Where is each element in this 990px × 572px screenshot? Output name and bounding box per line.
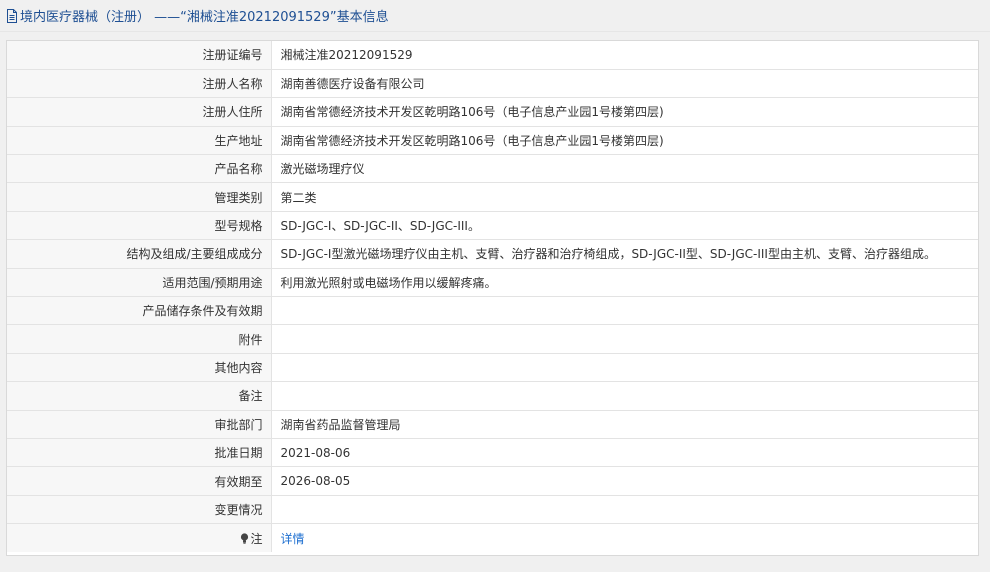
row-value: 2026-08-05 bbox=[271, 466, 978, 496]
page-title-bar: 境内医疗器械（注册） ——“湘械注准20212091529”基本信息 bbox=[0, 0, 990, 32]
row-label: 结构及组成/主要组成成分 bbox=[7, 239, 272, 269]
row-value bbox=[271, 381, 978, 411]
row-value: 利用激光照射或电磁场作用以缓解疼痛。 bbox=[271, 268, 978, 298]
row-label: 备注 bbox=[7, 381, 272, 411]
row-label: 注册证编号 bbox=[7, 41, 272, 70]
table-row: 注册人住所 湖南省常德经济技术开发区乾明路106号（电子信息产业园1号楼第四层) bbox=[7, 97, 978, 127]
note-label: 注 bbox=[250, 531, 263, 546]
document-icon bbox=[7, 8, 17, 23]
row-value: SD-JGC-I型激光磁场理疗仪由主机、支臂、治疗器和治疗椅组成，SD-JGC-… bbox=[271, 239, 978, 269]
details-link[interactable]: 详情 bbox=[281, 532, 305, 546]
table-row: 有效期至 2026-08-05 bbox=[7, 466, 978, 496]
row-label: 注册人名称 bbox=[7, 69, 272, 99]
row-label: 变更情况 bbox=[7, 495, 272, 525]
table-row: 批准日期 2021-08-06 bbox=[7, 438, 978, 468]
row-label: 附件 bbox=[7, 324, 272, 354]
row-value: 湖南善德医疗设备有限公司 bbox=[271, 69, 978, 99]
table-row: 生产地址 湖南省常德经济技术开发区乾明路106号（电子信息产业园1号楼第四层) bbox=[7, 126, 978, 156]
row-label: 其他内容 bbox=[7, 353, 272, 383]
info-table: 注册证编号 湘械注准20212091529 注册人名称 湖南善德医疗设备有限公司… bbox=[7, 41, 978, 553]
row-value bbox=[271, 495, 978, 525]
row-label: 型号规格 bbox=[7, 211, 272, 241]
table-row: 管理类别 第二类 bbox=[7, 182, 978, 212]
row-label: 管理类别 bbox=[7, 182, 272, 212]
info-panel: 注册证编号 湘械注准20212091529 注册人名称 湖南善德医疗设备有限公司… bbox=[6, 40, 979, 556]
table-row: 变更情况 bbox=[7, 495, 978, 525]
row-value: SD-JGC-I、SD-JGC-II、SD-JGC-III。 bbox=[271, 211, 978, 241]
row-label: 产品名称 bbox=[7, 154, 272, 184]
table-row: 审批部门 湖南省药品监督管理局 bbox=[7, 410, 978, 439]
table-row: 产品储存条件及有效期 bbox=[7, 296, 978, 326]
row-value: 湖南省药品监督管理局 bbox=[271, 410, 978, 439]
row-label: 适用范围/预期用途 bbox=[7, 268, 272, 298]
row-label: 审批部门 bbox=[7, 410, 272, 439]
table-row: 结构及组成/主要组成成分 SD-JGC-I型激光磁场理疗仪由主机、支臂、治疗器和… bbox=[7, 239, 978, 269]
row-label: 注册人住所 bbox=[7, 97, 272, 127]
note-row: 注 详情 bbox=[7, 523, 978, 553]
row-value: 2021-08-06 bbox=[271, 438, 978, 468]
table-row: 注册证编号 湘械注准20212091529 bbox=[7, 41, 978, 70]
row-value bbox=[271, 296, 978, 326]
row-value bbox=[271, 324, 978, 354]
row-label: 有效期至 bbox=[7, 466, 272, 496]
row-value: 第二类 bbox=[271, 182, 978, 212]
row-value bbox=[271, 353, 978, 383]
row-label: 批准日期 bbox=[7, 438, 272, 468]
row-value: 湖南省常德经济技术开发区乾明路106号（电子信息产业园1号楼第四层) bbox=[271, 97, 978, 127]
table-row: 附件 bbox=[7, 324, 978, 354]
table-row: 产品名称 激光磁场理疗仪 bbox=[7, 154, 978, 184]
bottom-strip bbox=[0, 564, 990, 572]
table-row: 注册人名称 湖南善德医疗设备有限公司 bbox=[7, 69, 978, 99]
row-label: 产品储存条件及有效期 bbox=[7, 296, 272, 326]
table-row: 型号规格 SD-JGC-I、SD-JGC-II、SD-JGC-III。 bbox=[7, 211, 978, 241]
note-label-cell: 注 bbox=[7, 523, 272, 553]
row-value: 湘械注准20212091529 bbox=[271, 41, 978, 70]
page-title: 境内医疗器械（注册） ——“湘械注准20212091529”基本信息 bbox=[20, 10, 389, 25]
note-value-cell: 详情 bbox=[271, 523, 978, 553]
table-row: 适用范围/预期用途 利用激光照射或电磁场作用以缓解疼痛。 bbox=[7, 268, 978, 298]
table-row: 其他内容 bbox=[7, 353, 978, 383]
table-row: 备注 bbox=[7, 381, 978, 411]
row-value: 湖南省常德经济技术开发区乾明路106号（电子信息产业园1号楼第四层) bbox=[271, 126, 978, 156]
lightbulb-icon bbox=[241, 532, 249, 544]
row-label: 生产地址 bbox=[7, 126, 272, 156]
row-value: 激光磁场理疗仪 bbox=[271, 154, 978, 184]
